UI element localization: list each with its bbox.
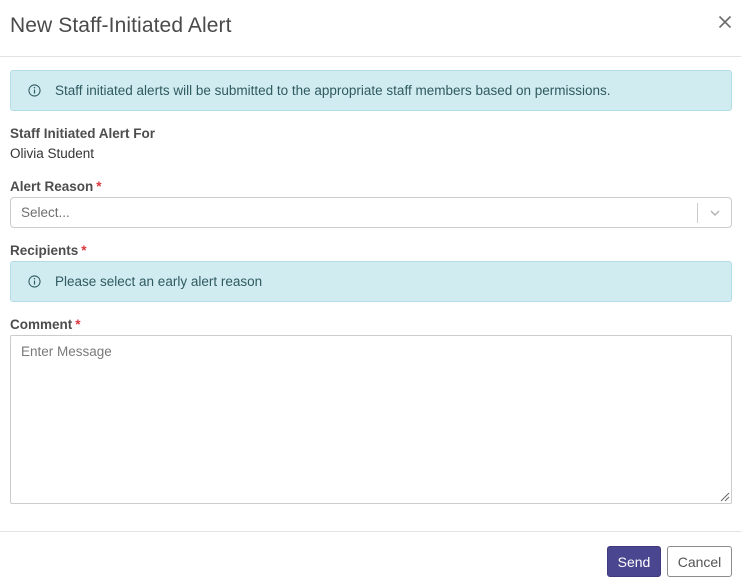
alert-for-value: Olivia Student xyxy=(10,146,95,161)
comment-textarea[interactable] xyxy=(10,335,732,504)
modal-header: New Staff-Initiated Alert xyxy=(0,0,741,57)
required-marker: * xyxy=(75,317,81,332)
send-button[interactable]: Send xyxy=(607,546,661,577)
resize-handle-icon[interactable] xyxy=(719,491,730,502)
info-circle-icon xyxy=(28,275,41,288)
required-marker: * xyxy=(96,179,102,194)
select-separator xyxy=(697,203,698,223)
recipients-notice: Please select an early alert reason xyxy=(10,261,732,302)
recipients-label-text: Recipients xyxy=(10,243,79,258)
required-marker: * xyxy=(81,243,87,258)
alert-reason-label-text: Alert Reason xyxy=(10,179,94,194)
alert-reason-label: Alert Reason * xyxy=(10,179,102,194)
modal-footer: Send Cancel xyxy=(0,531,741,586)
alert-for-label: Staff Initiated Alert For xyxy=(10,126,156,141)
info-circle-icon xyxy=(28,84,41,97)
alert-reason-placeholder: Select... xyxy=(21,205,70,220)
alert-reason-select[interactable]: Select... xyxy=(10,197,732,228)
close-button[interactable] xyxy=(716,13,734,31)
permissions-info-text: Staff initiated alerts will be submitted… xyxy=(55,83,611,98)
cancel-button[interactable]: Cancel xyxy=(667,546,732,577)
modal-title: New Staff-Initiated Alert xyxy=(10,14,232,37)
recipients-notice-text: Please select an early alert reason xyxy=(55,274,263,289)
new-alert-modal: New Staff-Initiated Alert Staff initiate… xyxy=(0,0,741,586)
close-icon xyxy=(718,15,732,29)
comment-label-text: Comment xyxy=(10,317,73,332)
chevron-down-icon[interactable] xyxy=(708,206,722,220)
comment-label: Comment * xyxy=(10,317,81,332)
permissions-info-banner: Staff initiated alerts will be submitted… xyxy=(10,70,732,111)
recipients-label: Recipients * xyxy=(10,243,87,258)
